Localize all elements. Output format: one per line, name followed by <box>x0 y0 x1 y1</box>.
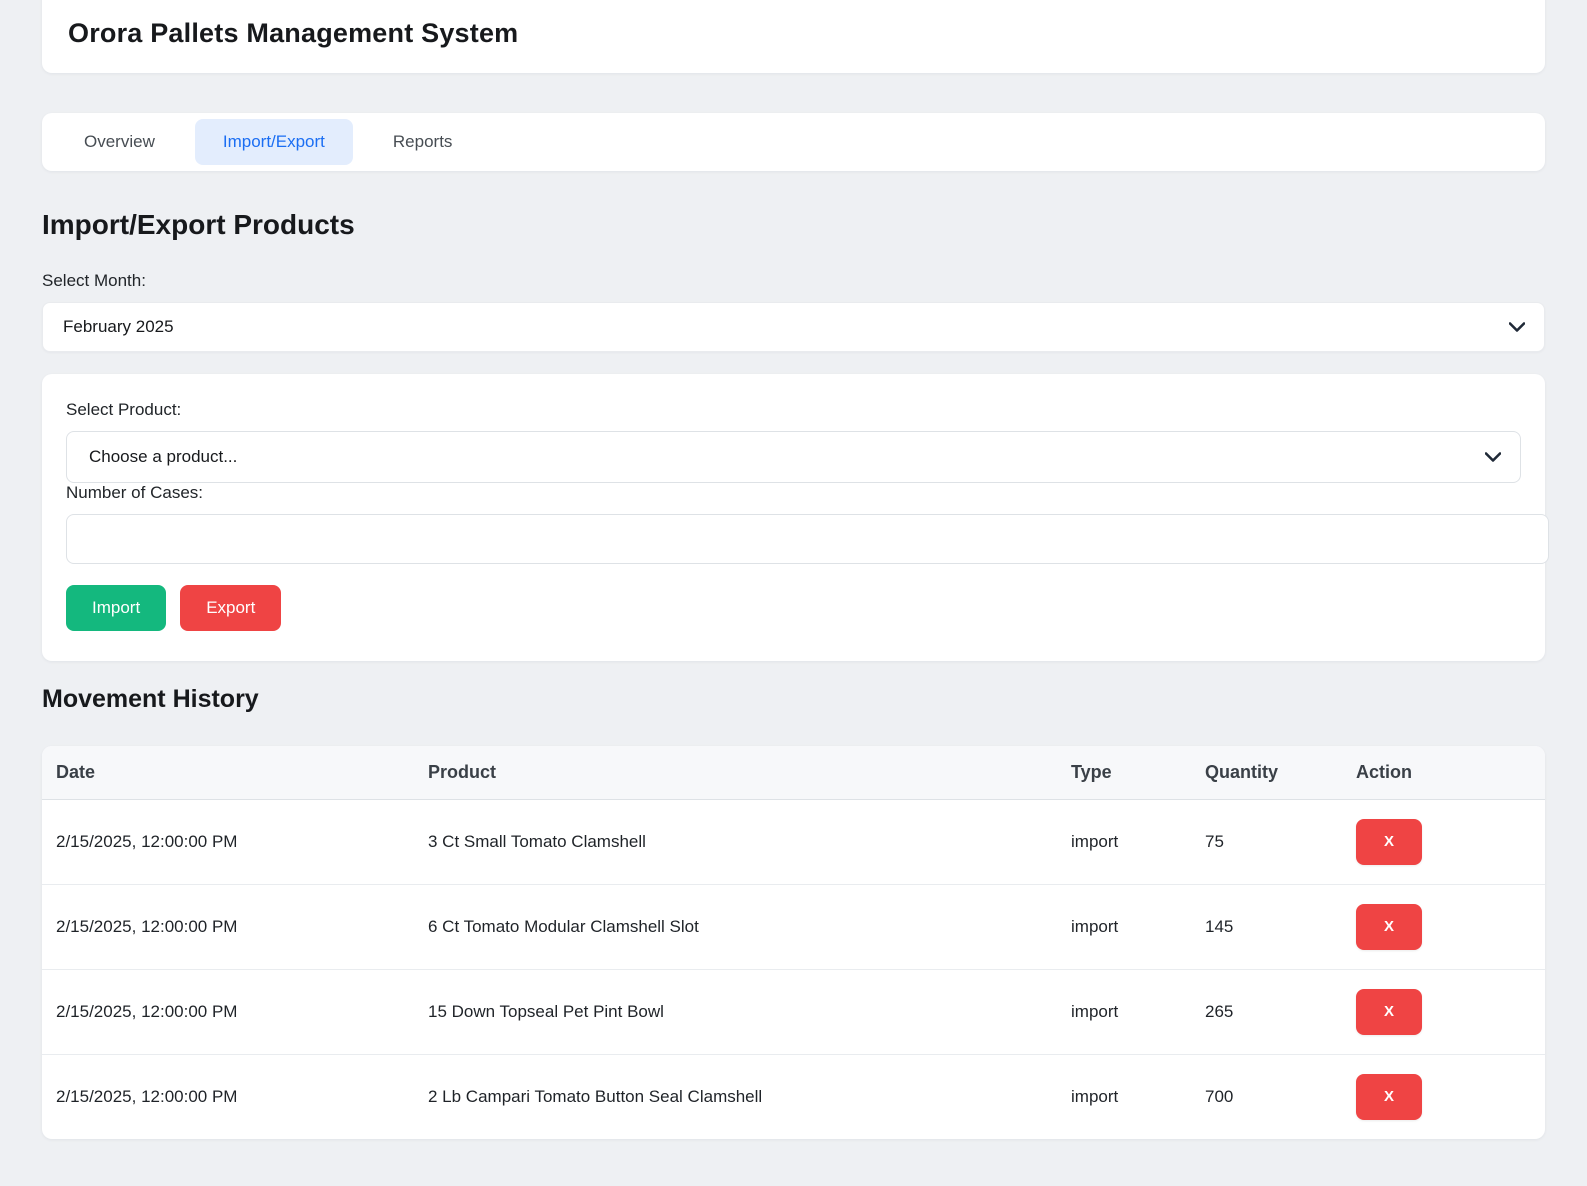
movement-history-table: Date Product Type Quantity Action 2/15/2… <box>42 746 1545 1139</box>
table-row: 2/15/2025, 12:00:00 PM 6 Ct Tomato Modul… <box>42 883 1545 969</box>
form-actions: Import Export <box>66 585 1521 631</box>
import-button[interactable]: Import <box>66 585 167 631</box>
column-header-type: Type <box>1057 746 1191 800</box>
tab-import-export[interactable]: Import/Export <box>194 119 353 165</box>
column-header-date: Date <box>42 746 414 800</box>
cell-date: 2/15/2025, 12:00:00 PM <box>42 883 414 969</box>
table-row: 2/15/2025, 12:00:00 PM 2 Lb Campari Toma… <box>42 1053 1545 1139</box>
cell-product: 15 Down Topseal Pet Pint Bowl <box>414 968 1057 1054</box>
cell-product: 2 Lb Campari Tomato Button Seal Clamshel… <box>414 1053 1057 1139</box>
tab-bar: Overview Import/Export Reports <box>42 113 1545 171</box>
cell-date: 2/15/2025, 12:00:00 PM <box>56 831 238 851</box>
tab-overview[interactable]: Overview <box>56 119 183 165</box>
cell-quantity: 700 <box>1191 1053 1342 1139</box>
cell-quantity: 145 <box>1191 883 1342 969</box>
tab-reports[interactable]: Reports <box>365 119 481 165</box>
cell-type: import <box>1071 831 1119 851</box>
product-select[interactable]: Choose a product... <box>66 431 1521 483</box>
cell-type: import <box>1057 883 1191 969</box>
delete-row-button[interactable]: X <box>1356 903 1422 950</box>
cases-input[interactable] <box>66 514 1549 564</box>
cell-type: import <box>1057 968 1191 1054</box>
cases-label: Number of Cases: <box>66 483 203 502</box>
table-row: 2/15/2025, 12:00:00 PM 15 Down Topseal P… <box>42 968 1545 1054</box>
cell-date: 2/15/2025, 12:00:00 PM <box>42 1053 414 1139</box>
month-label: Select Month: <box>42 271 146 290</box>
delete-row-button[interactable]: X <box>1356 1073 1422 1120</box>
product-select-value: Choose a product... <box>89 447 238 466</box>
delete-row-button[interactable]: X <box>1356 818 1422 865</box>
cell-quantity: 75 <box>1205 831 1224 851</box>
cell-product: 6 Ct Tomato Modular Clamshell Slot <box>414 883 1057 969</box>
export-button[interactable]: Export <box>180 585 282 631</box>
column-header-product: Product <box>414 746 1057 800</box>
cell-date: 2/15/2025, 12:00:00 PM <box>42 968 414 1054</box>
column-header-quantity: Quantity <box>1191 746 1342 800</box>
import-export-form: Select Product: Choose a product... Numb… <box>42 374 1549 661</box>
month-select-value: February 2025 <box>63 317 174 336</box>
product-label: Select Product: <box>66 400 182 419</box>
page-container: Orora Pallets Management System Overview… <box>42 0 1549 1139</box>
cell-quantity: 265 <box>1191 968 1342 1054</box>
cell-product: 3 Ct Small Tomato Clamshell <box>428 831 646 851</box>
app-header: Orora Pallets Management System <box>42 0 1545 73</box>
chevron-down-icon <box>1509 322 1525 332</box>
cell-type: import <box>1057 1053 1191 1139</box>
month-select[interactable]: February 2025 <box>42 302 1545 352</box>
history-heading: Movement History <box>42 685 259 713</box>
table-row: 2/15/2025, 12:00:00 PM 3 Ct Small Tomato… <box>42 799 1545 884</box>
delete-row-button[interactable]: X <box>1356 988 1422 1035</box>
chevron-down-icon <box>1485 452 1501 462</box>
column-header-action: Action <box>1342 746 1545 800</box>
table-header-row: Date Product Type Quantity Action <box>42 746 1545 800</box>
app-title: Orora Pallets Management System <box>68 18 519 48</box>
page-title: Import/Export Products <box>42 209 355 240</box>
